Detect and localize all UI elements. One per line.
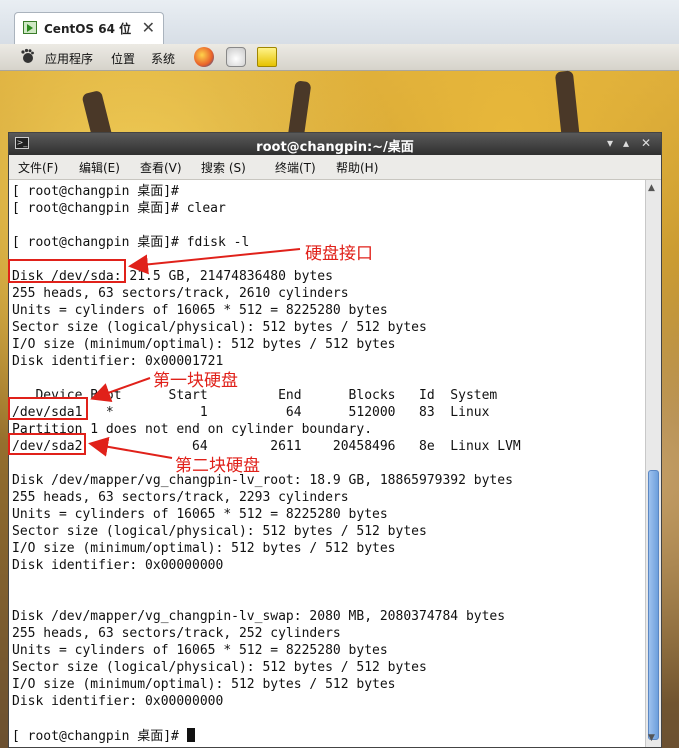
annotation-second-disk: 第二块硬盘: [175, 456, 260, 476]
annotation-arrows: [88, 248, 301, 459]
arrow-to-sda: [128, 248, 301, 275]
annotation-first-disk: 第一块硬盘: [153, 371, 238, 391]
arrow-to-sda1: [90, 377, 151, 403]
arrow-to-sda2: [88, 436, 173, 459]
annotation-disk-interface: 硬盘接口: [305, 244, 373, 264]
